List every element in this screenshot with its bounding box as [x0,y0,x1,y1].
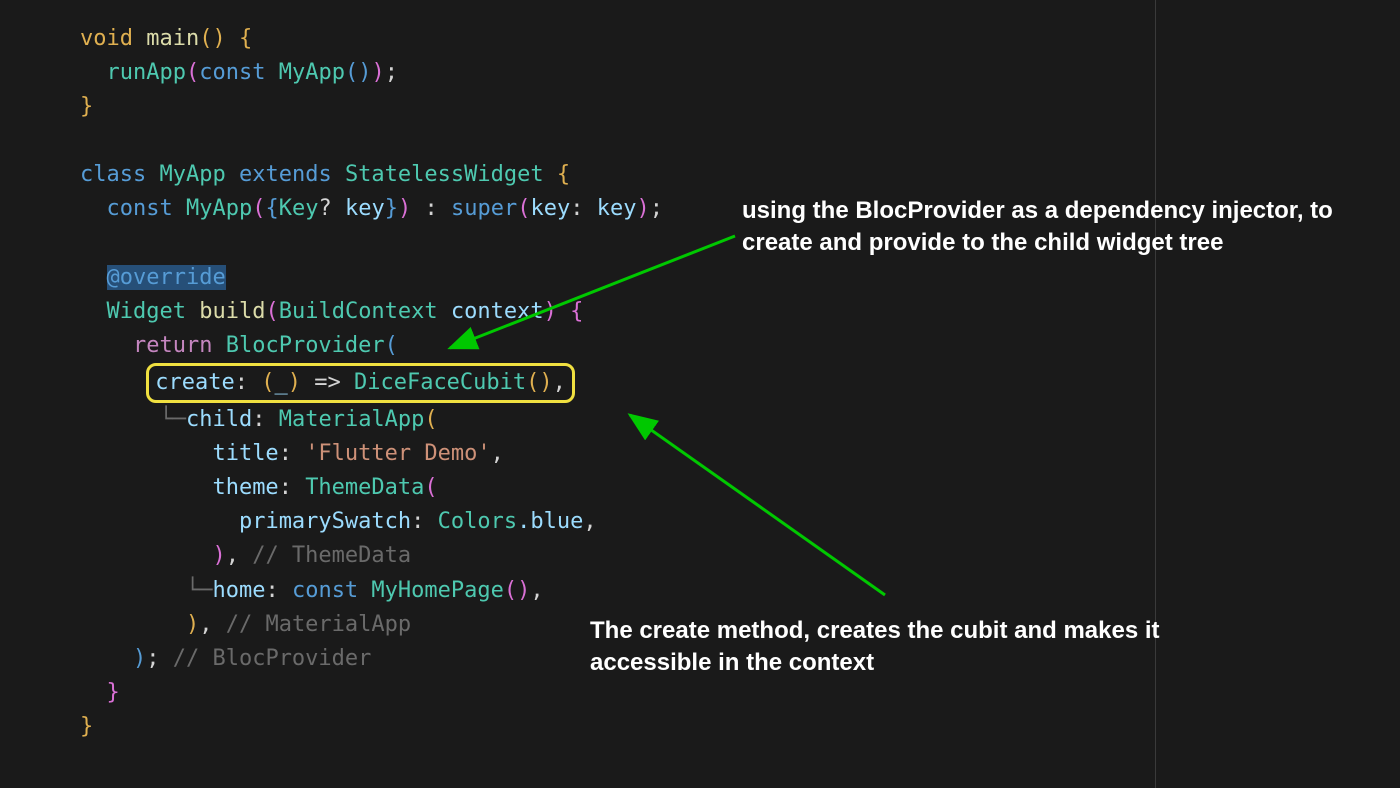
highlight-create-line: create: (_) => DiceFaceCubit(), [146,363,575,403]
code-line: Widget build(BuildContext context) { [80,295,1400,329]
code-line: @override [80,261,1400,295]
code-line: └─child: MaterialApp( [80,403,1400,437]
code-line: class MyApp extends StatelessWidget { [80,158,1400,192]
code-line: } [80,90,1400,124]
code-line: └─home: const MyHomePage(), [80,574,1400,608]
code-line: } [80,676,1400,710]
annotation-create-method: The create method, creates the cubit and… [590,615,1230,680]
code-line: void main() { [80,22,1400,56]
code-line: theme: ThemeData( [80,471,1400,505]
code-line [80,124,1400,158]
code-line: } [80,710,1400,744]
annotation-bloc-provider: using the BlocProvider as a dependency i… [742,195,1382,260]
code-line: title: 'Flutter Demo', [80,437,1400,471]
code-line: runApp(const MyApp()); [80,56,1400,90]
code-line: return BlocProvider( [80,329,1400,363]
code-line: create: (_) => DiceFaceCubit(), [80,363,1400,403]
code-line: ), // ThemeData [80,539,1400,573]
code-line: primarySwatch: Colors.blue, [80,505,1400,539]
